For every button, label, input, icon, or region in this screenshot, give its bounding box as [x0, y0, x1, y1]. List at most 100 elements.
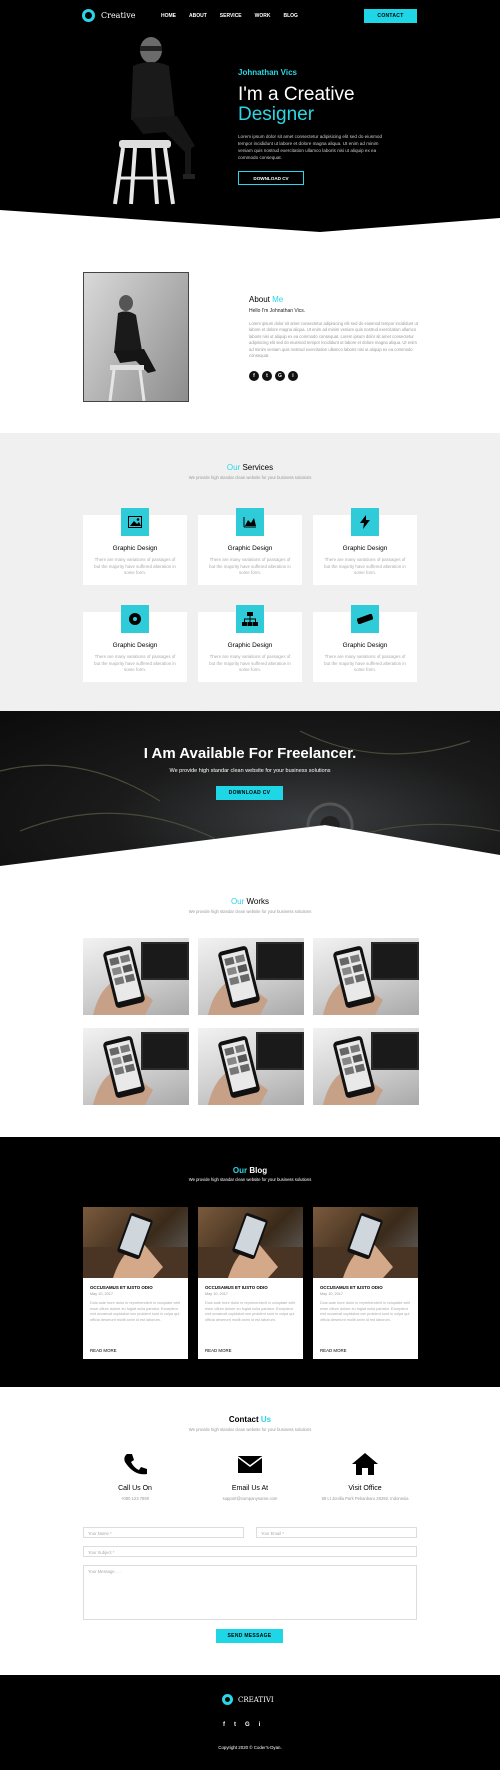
freelance-subtitle: We provide high standar clean website fo… — [169, 768, 331, 774]
logo-text: Creative — [101, 11, 136, 20]
contact-info-title: Email Us At — [231, 1485, 269, 1492]
send-message-button[interactable]: SEND MESSAGE — [216, 1629, 283, 1643]
service-card[interactable]: Graphic Design There are many variations… — [313, 605, 417, 682]
freelance-banner: I Am Available For Freelancer. We provid… — [0, 711, 500, 866]
blog-card-date: May 10, 2017 — [320, 1292, 344, 1296]
about-social-links: f t G i — [249, 371, 298, 381]
contact-info-email: Email Us At support@companyname.com — [190, 1452, 310, 1501]
about-title: About Me — [249, 295, 283, 304]
contact-info-phone: Call Us On +080 123 7890 — [75, 1452, 195, 1501]
freelance-download-cv-button[interactable]: DOWNLOAD CV — [216, 786, 283, 800]
blog-card-image — [83, 1207, 188, 1278]
image-icon — [121, 508, 149, 536]
instagram-icon[interactable]: i — [259, 1722, 261, 1728]
phone-in-hand-image — [93, 1032, 189, 1105]
hero-paragraph: Lorem ipsum dolor sit amet consectetur a… — [238, 134, 383, 160]
nav-about[interactable]: ABOUT — [189, 13, 207, 19]
footer-social-links: f t G i — [223, 1722, 260, 1728]
work-thumbnail[interactable] — [83, 938, 189, 1015]
blog-card-title[interactable]: OCCUSAMUS ET IUSTO ODIO — [205, 1285, 268, 1290]
services-title: Our Services — [0, 463, 500, 472]
works-title: Our Works — [0, 897, 500, 906]
hero-download-cv-button[interactable]: DOWNLOAD CV — [238, 171, 304, 185]
blog-title-accent: Our — [232, 1166, 248, 1175]
twitter-icon[interactable]: t — [234, 1722, 236, 1728]
work-thumbnail[interactable] — [83, 1028, 189, 1105]
envelope-icon — [237, 1456, 263, 1473]
hero-name: Johnathan Vics — [238, 68, 297, 77]
about-title-prefix: About — [249, 295, 270, 304]
site-logo[interactable]: Creative — [82, 9, 135, 22]
disc-icon — [121, 605, 149, 633]
phone-icon — [124, 1454, 147, 1475]
facebook-icon[interactable]: f — [249, 371, 259, 381]
email-field[interactable]: Your Email * — [256, 1527, 417, 1538]
about-greeting: Hello I'm Johnathan Vics. — [249, 308, 306, 314]
service-card-text: There are many variations of passages of… — [209, 557, 291, 575]
google-icon[interactable]: G — [245, 1722, 250, 1728]
read-more-link[interactable]: READ MORE — [205, 1348, 232, 1353]
service-card-title: Graphic Design — [227, 545, 273, 552]
read-more-link[interactable]: READ MORE — [320, 1348, 347, 1353]
footer: CREATIVI f t G i Copyright 2020 © Coder'… — [0, 1675, 500, 1770]
work-thumbnail[interactable] — [198, 1028, 304, 1105]
nav-home[interactable]: HOME — [161, 13, 176, 19]
about-paragraph: Lorem ipsum dolor sit amet consectetur a… — [249, 321, 418, 359]
logo-ring-icon — [222, 1694, 233, 1705]
about-portrait — [108, 295, 156, 401]
footer-logo[interactable]: CREATIVI — [222, 1694, 274, 1705]
logo-ring-icon — [82, 9, 95, 22]
contact-info-value: +080 123 7890 — [120, 1496, 150, 1501]
service-card[interactable]: Graphic Design There are many variations… — [313, 508, 417, 585]
hero-section: Creative HOME ABOUT SERVICE WORK BLOG CO… — [0, 0, 500, 232]
about-title-accent: Me — [272, 295, 284, 304]
contact-title: Contact Us — [0, 1415, 500, 1424]
read-more-link[interactable]: READ MORE — [90, 1348, 117, 1353]
service-card-text: There are many variations of passages of… — [324, 557, 406, 575]
blog-card-date: May 10, 2017 — [90, 1292, 114, 1296]
name-field[interactable]: Your Name * — [83, 1527, 244, 1538]
service-card[interactable]: Graphic Design There are many variations… — [83, 605, 187, 682]
contact-subtitle: We provide high standar clean website fo… — [188, 1427, 312, 1432]
blog-card-title[interactable]: OCCUSAMUS ET IUSTO ODIO — [320, 1285, 383, 1290]
contact-button[interactable]: CONTACT — [364, 9, 417, 23]
service-card-title: Graphic Design — [112, 545, 158, 552]
facebook-icon[interactable]: f — [223, 1722, 225, 1728]
work-thumbnail[interactable] — [198, 938, 304, 1015]
blog-card-date: May 10, 2017 — [205, 1292, 229, 1296]
nav-blog[interactable]: BLOG — [284, 13, 298, 19]
blog-title-rest: Blog — [249, 1166, 268, 1175]
blog-card[interactable]: OCCUSAMUS ET IUSTO ODIO May 10, 2017 Dui… — [313, 1207, 418, 1359]
hero-portrait — [113, 37, 195, 205]
message-field[interactable]: Your Message . . . — [83, 1565, 417, 1620]
contact-info-title: Visit Office — [348, 1485, 382, 1492]
twitter-icon[interactable]: t — [262, 371, 272, 381]
instagram-icon[interactable]: i — [288, 371, 298, 381]
hero-title-line2: Designer — [238, 104, 315, 125]
service-card[interactable]: Graphic Design There are many variations… — [83, 508, 187, 585]
services-title-accent: Our — [226, 463, 241, 472]
sitemap-icon — [236, 605, 264, 633]
blog-card-text: Duis aute irure dolor in reprehenderit i… — [205, 1301, 296, 1322]
nav-service[interactable]: SERVICE — [220, 13, 242, 19]
work-thumbnail[interactable] — [313, 938, 419, 1015]
blog-card[interactable]: OCCUSAMUS ET IUSTO ODIO May 10, 2017 Dui… — [198, 1207, 303, 1359]
service-card-title: Graphic Design — [342, 642, 388, 649]
phone-in-hand-image — [323, 1032, 419, 1105]
blog-card-image — [198, 1207, 303, 1278]
about-photo — [83, 272, 189, 402]
main-nav: HOME ABOUT SERVICE WORK BLOG — [161, 13, 298, 19]
work-thumbnail[interactable] — [313, 1028, 419, 1105]
footer-logo-text: CREATIVI — [238, 1695, 274, 1704]
works-title-rest: Works — [246, 897, 270, 906]
google-icon[interactable]: G — [275, 371, 285, 381]
subject-field[interactable]: Your Subject * — [83, 1546, 417, 1557]
blog-card[interactable]: OCCUSAMUS ET IUSTO ODIO May 10, 2017 Dui… — [83, 1207, 188, 1359]
service-card[interactable]: Graphic Design There are many variations… — [198, 605, 302, 682]
copyright-text: Copyright 2020 © Coder's-Dyan. — [218, 1745, 282, 1750]
nav-work[interactable]: WORK — [255, 13, 271, 19]
service-card[interactable]: Graphic Design There are many variations… — [198, 508, 302, 585]
service-card-title: Graphic Design — [112, 642, 158, 649]
bolt-icon — [351, 508, 379, 536]
blog-card-title[interactable]: OCCUSAMUS ET IUSTO ODIO — [90, 1285, 153, 1290]
